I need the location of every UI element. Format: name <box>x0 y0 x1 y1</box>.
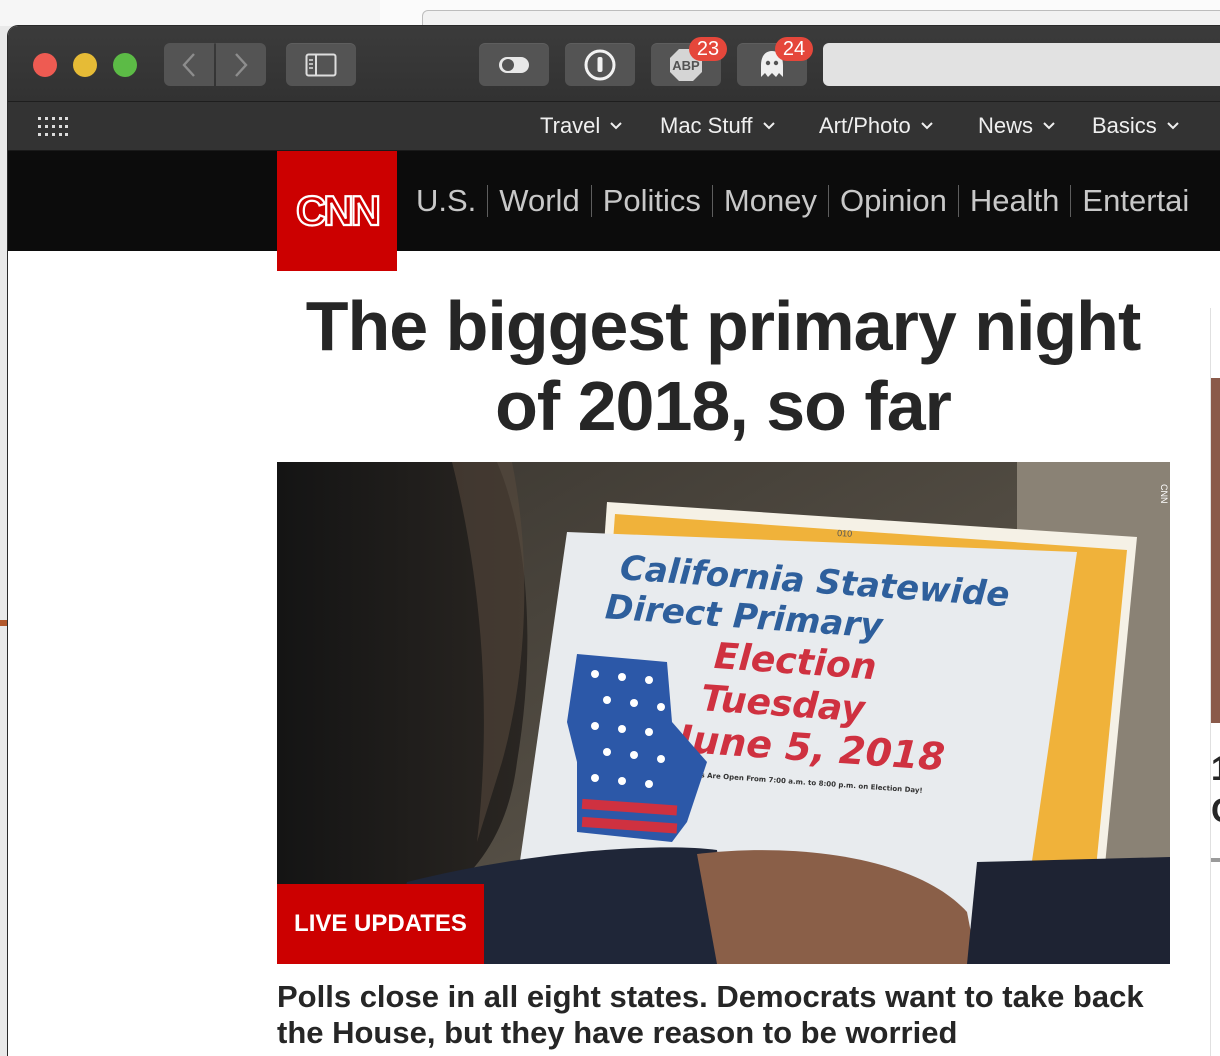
bookmark-folder-art-photo[interactable]: Art/Photo <box>819 102 935 150</box>
forward-button[interactable] <box>216 43 266 86</box>
live-updates-badge[interactable]: LIVE UPDATES <box>277 884 484 964</box>
sidebar-toggle-button[interactable] <box>286 43 356 86</box>
bookmark-folder-mac-stuff[interactable]: Mac Stuff <box>660 102 777 150</box>
bookmark-folder-news[interactable]: News <box>978 102 1057 150</box>
nav-divider <box>711 185 713 217</box>
bookmark-label: News <box>978 113 1034 138</box>
bookmark-label: Basics <box>1092 113 1157 138</box>
ghostery-count-badge: 24 <box>775 37 813 61</box>
ghostery-button[interactable]: 24 <box>737 37 813 86</box>
extension-toggle-button[interactable] <box>479 43 549 86</box>
nav-link-entertainment[interactable]: Entertai <box>1082 183 1189 219</box>
rail-thumbnail[interactable] <box>1211 378 1220 723</box>
svg-text:CNN: CNN <box>296 187 379 234</box>
chevron-right-icon <box>235 52 248 77</box>
close-window-button[interactable] <box>33 53 57 77</box>
nav-link-money[interactable]: Money <box>724 183 817 219</box>
bookmark-folder-basics[interactable]: Basics <box>1092 102 1181 150</box>
chevron-down-icon <box>1043 122 1055 130</box>
hero-image[interactable]: 010 California Statewide Direct Primary … <box>277 462 1170 964</box>
adblock-plus-button[interactable]: ABP 23 <box>651 37 727 86</box>
back-forward-group <box>164 43 266 86</box>
rail-text-line: 1 <box>1211 748 1220 790</box>
sidebar-icon <box>305 53 337 76</box>
headline[interactable]: The biggest primary night of 2018, so fa… <box>277 286 1169 446</box>
nav-link-health[interactable]: Health <box>970 183 1060 219</box>
chevron-down-icon <box>610 122 623 130</box>
toggle-switch-icon <box>499 56 529 73</box>
video-watermark: CNN <box>1159 484 1169 504</box>
nav-divider <box>827 185 829 217</box>
maximize-window-button[interactable] <box>113 53 137 77</box>
chevron-down-icon <box>1167 122 1179 130</box>
chevron-left-icon <box>182 52 195 77</box>
cnn-logo[interactable]: CNN <box>277 151 397 271</box>
article-summary[interactable]: Polls close in all eight states. Democra… <box>277 979 1177 1051</box>
abp-count-badge: 23 <box>689 37 727 61</box>
nav-divider <box>487 185 489 217</box>
nav-divider <box>957 185 959 217</box>
nav-link-us[interactable]: U.S. <box>416 183 476 219</box>
nav-link-politics[interactable]: Politics <box>603 183 701 219</box>
top-sites-grid-icon[interactable] <box>38 117 68 137</box>
nav-link-opinion[interactable]: Opinion <box>840 183 947 219</box>
right-rail: 1 C <box>1210 308 1220 1056</box>
nav-divider <box>1070 185 1072 217</box>
flyer-number: 010 <box>837 528 853 539</box>
keyhole-icon <box>584 49 616 80</box>
bookmark-label: Art/Photo <box>819 113 911 138</box>
back-button[interactable] <box>164 43 214 86</box>
rail-headline-fragment[interactable]: 1 C <box>1211 748 1220 832</box>
background-window <box>0 0 381 26</box>
password-manager-button[interactable] <box>565 43 635 86</box>
rail-text-line: C <box>1211 790 1220 832</box>
cnn-section-links: U.S. World Politics Money Opinion Health… <box>416 151 1189 251</box>
address-bar[interactable] <box>823 43 1220 86</box>
article-page: The biggest primary night of 2018, so fa… <box>8 251 1220 1056</box>
nav-divider <box>590 185 592 217</box>
rail-divider <box>1211 858 1220 862</box>
chevron-down-icon <box>762 122 775 130</box>
browser-window: ABP 23 24 Travel Mac Stuff Art/Photo New… <box>8 26 1220 1056</box>
bookmark-label: Mac Stuff <box>660 113 753 138</box>
chevron-down-icon <box>921 122 933 130</box>
cnn-logo-mark: CNN <box>295 186 383 235</box>
minimize-window-button[interactable] <box>73 53 97 77</box>
bookmark-label: Travel <box>540 113 601 138</box>
bookmark-folder-travel[interactable]: Travel <box>540 102 624 150</box>
browser-toolbar: ABP 23 24 <box>8 26 1220 102</box>
favorites-bar: Travel Mac Stuff Art/Photo News Basics <box>8 102 1220 151</box>
desktop-marker <box>0 620 8 626</box>
nav-link-world[interactable]: World <box>499 183 579 219</box>
